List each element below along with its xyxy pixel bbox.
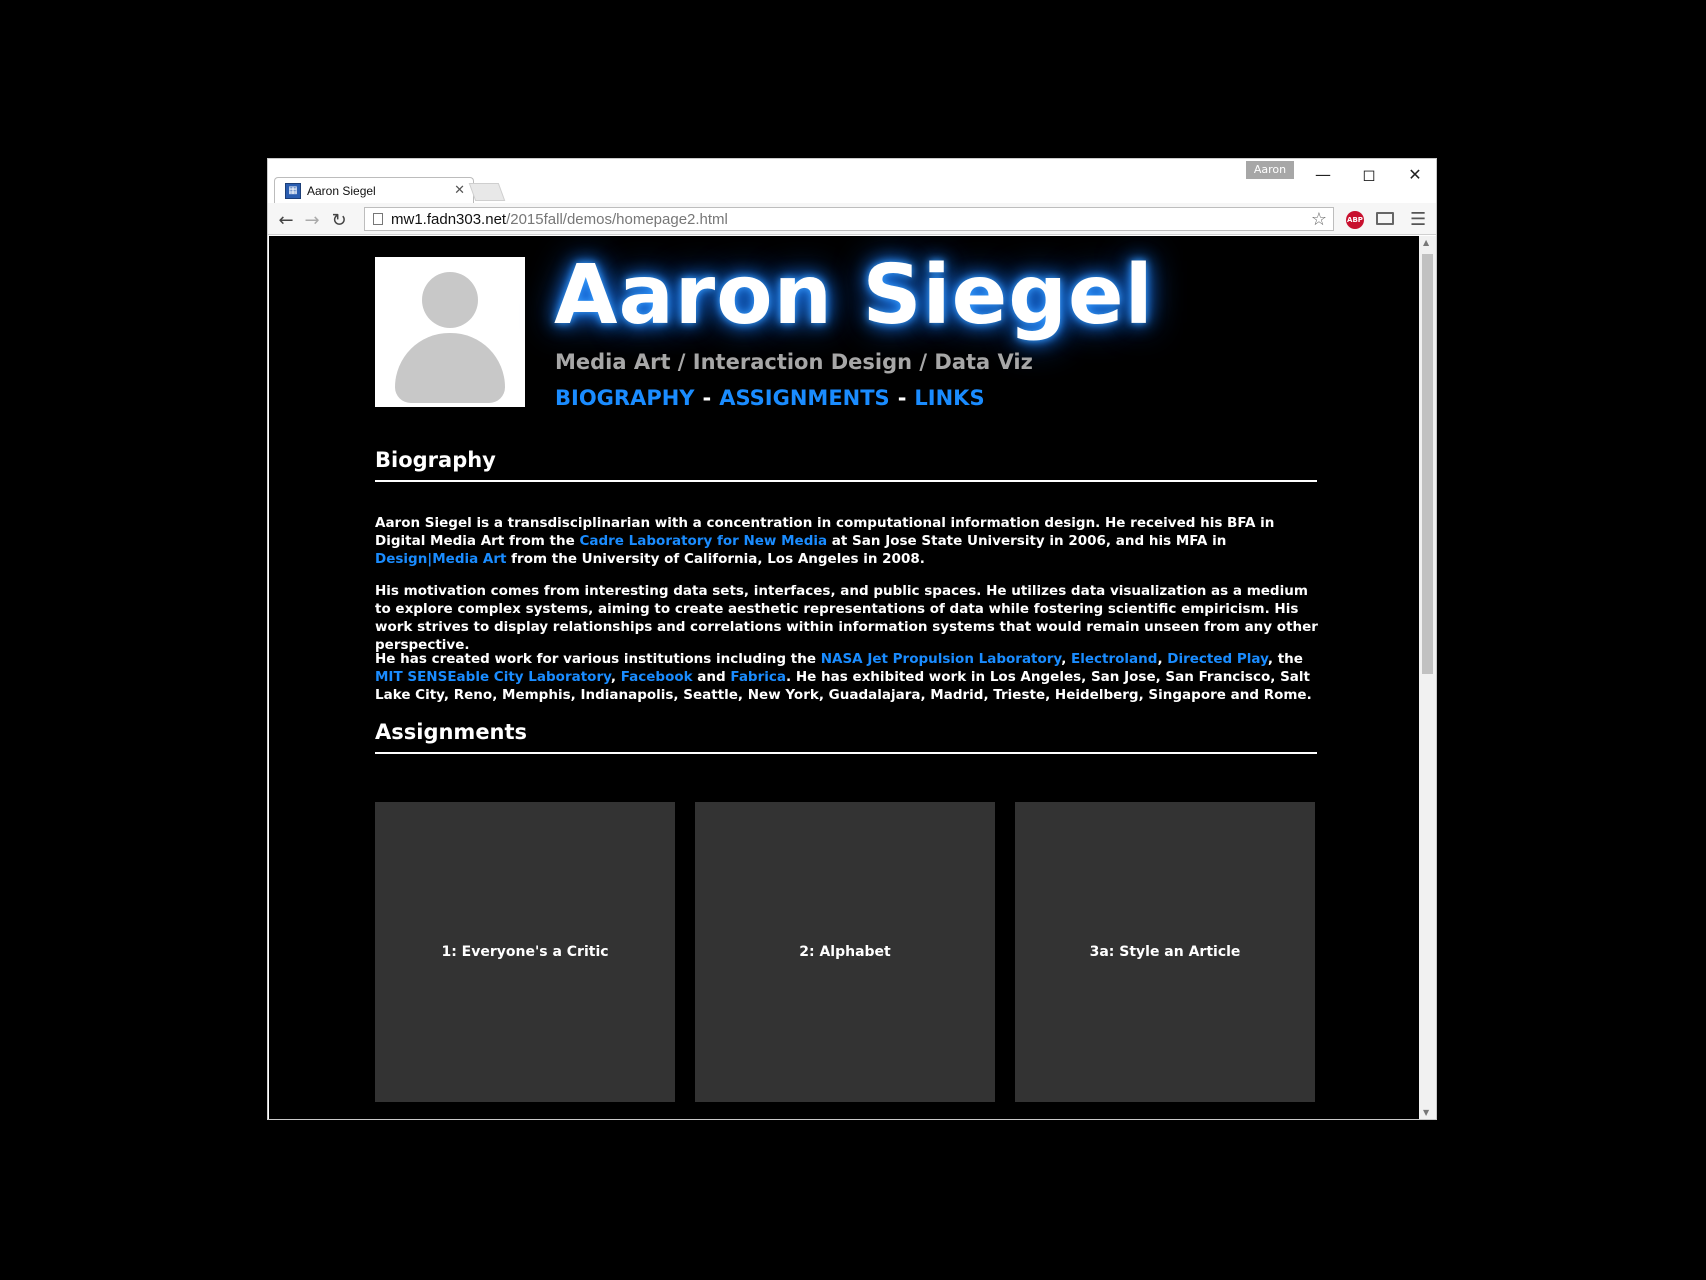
design-media-art-link[interactable]: Design|Media Art xyxy=(375,551,506,567)
biography-heading: Biography xyxy=(375,448,1317,482)
reload-icon[interactable]: ↻ xyxy=(328,209,350,231)
assignment-card[interactable]: 2: Alphabet xyxy=(695,802,995,1102)
site-title: Aaron Siegel xyxy=(554,248,1154,343)
assignment-card[interactable]: 3a: Style an Article xyxy=(1015,802,1315,1102)
directed-play-link[interactable]: Directed Play xyxy=(1167,651,1268,667)
bookmark-star-icon[interactable]: ☆ xyxy=(1311,209,1327,230)
scroll-down-icon[interactable]: ▼ xyxy=(1423,1108,1429,1117)
facebook-link[interactable]: Facebook xyxy=(621,669,693,685)
menu-icon[interactable]: ☰ xyxy=(1410,211,1426,229)
cast-icon[interactable] xyxy=(1376,212,1394,225)
assignment-title: 3a: Style an Article xyxy=(1089,944,1241,960)
cadre-link[interactable]: Cadre Laboratory for New Media xyxy=(579,533,827,549)
assignment-card[interactable]: 1: Everyone's a Critic xyxy=(375,802,675,1102)
assignment-title: 1: Everyone's a Critic xyxy=(441,944,609,960)
assignment-title: 2: Alphabet xyxy=(799,944,891,960)
nav-separator: - xyxy=(702,386,712,410)
back-arrow-icon[interactable]: ← xyxy=(275,209,297,231)
browser-toolbar: ← → ↻ mw1.fadn303.net/2015fall/demos/hom… xyxy=(268,203,1436,235)
nasa-jpl-link[interactable]: NASA Jet Propulsion Laboratory xyxy=(821,651,1061,667)
nav-links-link[interactable]: LINKS xyxy=(914,386,984,410)
favicon-icon: ▦ xyxy=(285,182,301,199)
adblock-icon[interactable]: ABP xyxy=(1346,211,1364,229)
tab-active[interactable]: ▦ Aaron Siegel ✕ xyxy=(274,177,474,203)
bio-paragraph-2: His motivation comes from interesting da… xyxy=(375,583,1318,653)
tab-close-icon[interactable]: ✕ xyxy=(454,183,465,198)
assignments-heading: Assignments xyxy=(375,720,1317,754)
avatar-head xyxy=(422,272,478,328)
scroll-up-icon[interactable]: ▲ xyxy=(1423,238,1429,247)
address-bar[interactable]: mw1.fadn303.net/2015fall/demos/homepage2… xyxy=(364,207,1334,231)
url-host: mw1.fadn303.net xyxy=(391,210,507,228)
bio-paragraph-3: He has created work for various institut… xyxy=(375,650,1320,704)
bio-text: and xyxy=(692,669,731,685)
bio-text: , xyxy=(1061,651,1072,667)
electroland-link[interactable]: Electroland xyxy=(1071,651,1157,667)
nav-assignments-link[interactable]: ASSIGNMENTS xyxy=(719,386,889,410)
bio-text: from the University of California, Los A… xyxy=(506,551,925,567)
fabrica-link[interactable]: Fabrica xyxy=(730,669,786,685)
tab-strip: ▦ Aaron Siegel ✕ xyxy=(268,177,1436,203)
bio-text: at San Jose State University in 2006, an… xyxy=(827,533,1227,549)
browser-window: Aaron — ◻ ✕ ▦ Aaron Siegel ✕ ← → ↻ mw1.f… xyxy=(267,158,1437,1120)
nav-separator: - xyxy=(897,386,907,410)
bio-text: , the xyxy=(1267,651,1303,667)
vertical-scrollbar[interactable]: ▲ ▼ xyxy=(1419,236,1436,1119)
page-icon xyxy=(373,213,383,225)
nav-biography-link[interactable]: BIOGRAPHY xyxy=(555,386,695,410)
new-tab-button[interactable] xyxy=(468,183,506,201)
site-subtitle: Media Art / Interaction Design / Data Vi… xyxy=(555,350,1033,374)
mit-senseable-link[interactable]: MIT SENSEable City Laboratory xyxy=(375,669,611,685)
bio-paragraph-1: Aaron Siegel is a transdisciplinarian wi… xyxy=(375,514,1320,568)
scroll-thumb[interactable] xyxy=(1422,254,1433,674)
avatar-body xyxy=(395,333,505,403)
url-text: mw1.fadn303.net/2015fall/demos/homepage2… xyxy=(391,211,728,228)
page-viewport: Aaron Siegel Media Art / Interaction Des… xyxy=(269,236,1419,1119)
forward-arrow-icon[interactable]: → xyxy=(301,209,323,231)
top-nav: BIOGRAPHY - ASSIGNMENTS - LINKS xyxy=(555,386,985,410)
bio-text: , xyxy=(610,669,621,685)
url-path: /2015fall/demos/homepage2.html xyxy=(506,210,728,228)
avatar xyxy=(375,257,525,407)
tab-title: Aaron Siegel xyxy=(307,183,376,198)
bio-text: , xyxy=(1157,651,1168,667)
bio-text: He has created work for various institut… xyxy=(375,651,821,667)
